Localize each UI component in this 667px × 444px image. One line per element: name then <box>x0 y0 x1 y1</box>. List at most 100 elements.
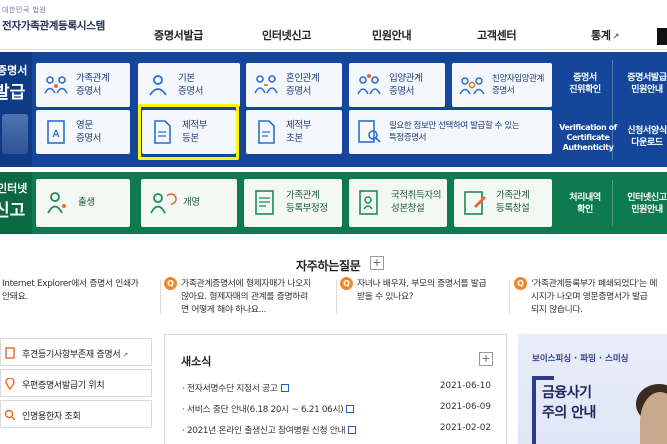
svg-text:A: A <box>52 129 59 140</box>
banner-line2: 주의 안내 <box>542 405 596 421</box>
removed-register-abstract-icon <box>258 120 275 144</box>
faq-item-3[interactable]: 자녀나 배우자, 부모의 증명서를 발급 받을 수 있나요? <box>357 278 507 304</box>
removed-register-copy-icon <box>154 120 171 144</box>
tile-adoption-cert[interactable]: 입양관계 증명서 <box>349 63 445 107</box>
tile-label: 친양자입양관계 증명서 <box>492 74 544 96</box>
link-postal-kiosk-location[interactable]: 우편증명서발급기 위치 <box>0 369 152 397</box>
baby-icon <box>47 192 66 214</box>
nav-cert-issue[interactable]: 증명서발급 <box>154 27 203 43</box>
nav-civil-guide[interactable]: 민원안내 <box>372 27 412 43</box>
menu-toggle-button[interactable] <box>657 28 667 45</box>
tile-label: 가족관계 등록부정정 <box>286 190 328 214</box>
nav-internet-report[interactable]: 인터넷신고 <box>262 27 311 43</box>
document-icon <box>348 426 357 434</box>
faq-item-2[interactable]: 가족관계증명서에 형제자매가 나오지 않아요. 형제자매의 관계를 증명하려 면 어… <box>181 278 341 317</box>
faq-q-icon: Q <box>340 277 353 290</box>
tile-specific-cert[interactable]: 필요한 정보만 선택하여 발급할 수 있는 특정증명서 <box>349 110 552 154</box>
tile-label: 제적부 초본 <box>286 120 312 144</box>
tile-register-correction[interactable]: 가족관계 등록부정정 <box>244 179 342 227</box>
divider <box>160 280 161 314</box>
divider <box>612 180 613 226</box>
verification-of-certificate[interactable]: Verification of Certificate Authenticity <box>558 123 618 153</box>
news-item[interactable]: · 2021년 온라인 출생신고 참여병원 신청 안내 <box>182 423 357 436</box>
link-label: 인명용한자 조회 <box>22 412 81 422</box>
report-band-label: 인터넷 신고 <box>0 172 32 234</box>
faq-q-icon: Q <box>164 277 177 290</box>
tile-label: 가족관계 증명서 <box>76 73 110 97</box>
cert-issue-guide[interactable]: 증명서발급 민원안내 <box>617 72 667 96</box>
tile-register-creation[interactable]: 가족관계 등록창설 <box>454 179 552 227</box>
create-doc-icon <box>464 191 486 215</box>
tile-label: 혼인관계 증명서 <box>286 73 320 97</box>
tile-rename-report[interactable]: 개명 <box>141 179 237 227</box>
location-pin-icon <box>5 378 15 390</box>
printer-decoration <box>2 114 28 154</box>
nav-customer-center[interactable]: 고객센터 <box>477 27 517 43</box>
tile-label: 입양관계 증명서 <box>389 73 423 97</box>
tile-surname-creation[interactable]: 국적취득자의 성본창설 <box>349 179 447 227</box>
news-item[interactable]: · 전자서명수단 지정서 공고 <box>182 381 289 394</box>
application-form-download[interactable]: 신청서양식 다운로드 <box>617 125 667 149</box>
cert-band-label-line1: 증명서 <box>0 64 28 77</box>
external-link-icon: ↗ <box>122 351 128 359</box>
faq-item-4[interactable]: '가족관계등록부가 폐쇄되었다'는 메 시지가 나오며 영문증명서가 발급 되지 않… <box>531 278 667 317</box>
tile-label: 개명 <box>183 197 200 208</box>
report-band-label-line2: 신고 <box>0 201 26 221</box>
document-icon <box>5 347 15 359</box>
global-nav: 증명서발급 인터넷신고 민원안내 고객센터 통계 ↗ <box>0 27 667 47</box>
news-date: 2021-06-10 <box>439 381 491 391</box>
cert-issue-band: 증명서 발급 가족관계증명서 기본증명서 혼인관계증명서 입양관계증명서 <box>0 52 667 167</box>
tile-family-relation-cert[interactable]: 가족관계 증명서 <box>36 63 130 107</box>
news-more-button[interactable]: + <box>479 352 493 366</box>
couple-icon <box>254 75 278 94</box>
news-date: 2021-02-02 <box>439 423 491 433</box>
faq-item-1[interactable]: Internet Explorer에서 증명서 인쇄가 안돼요. <box>2 278 152 304</box>
tile-removed-register-abstract[interactable]: 제적부 초본 <box>246 110 342 154</box>
faq-more-button[interactable]: + <box>370 256 384 270</box>
news-title: 새소식 <box>181 355 212 368</box>
group-icon <box>459 77 485 95</box>
site-header: 대한민국 법원 전자가족관계등록시스템 증명서발급 인터넷신고 민원안내 고객센… <box>0 0 667 50</box>
faq-title: 자주하는질문 <box>296 259 361 273</box>
banner-top-text: 보이스피싱 · 파밍 · 스미싱 <box>532 354 629 364</box>
correction-doc-icon <box>255 190 274 215</box>
link-label: 후견등기사항부존재 증명서 <box>22 350 121 360</box>
logo-small-text: 대한민국 법원 <box>2 6 47 14</box>
tile-birth-report[interactable]: 출생 <box>36 179 130 227</box>
nationality-icon <box>359 190 378 215</box>
tile-marriage-cert[interactable]: 혼인관계 증명서 <box>246 63 342 107</box>
external-link-icon: ↗ <box>612 32 620 41</box>
banner-line1: 금융사기 <box>542 385 592 401</box>
tile-label: 출생 <box>78 197 95 208</box>
tile-label: 가족관계 등록창설 <box>496 190 530 214</box>
cert-band-label-line2: 발급 <box>0 83 26 103</box>
faq-q-icon: Q <box>514 277 527 290</box>
tile-label: 기본 증명서 <box>178 73 204 97</box>
link-name-hanja-search[interactable]: 인명용한자 조회 <box>0 400 152 428</box>
tile-english-cert[interactable]: A 영문 증명서 <box>36 110 130 154</box>
document-icon <box>346 405 355 413</box>
news-date: 2021-06-09 <box>439 402 491 412</box>
cert-authenticity-check[interactable]: 증명서 진위확인 <box>558 72 612 96</box>
tile-full-adoption-cert[interactable]: 친양자입양관계 증명서 <box>452 63 552 107</box>
tile-removed-register-copy[interactable]: 제적부 등본 <box>142 110 236 154</box>
news-item[interactable]: · 서비스 중단 안내(6.18 20시 ~ 6.21 06시) <box>182 402 355 415</box>
cert-band-label: 증명서 발급 <box>0 52 32 167</box>
tile-label: 국적취득자의 성본창설 <box>391 190 442 214</box>
nav-statistics-label: 통계 <box>591 29 611 42</box>
internet-report-band: 인터넷 신고 출생 개명 가족관계 등록부정정 국적취득자의 성본창설 가족관계… <box>0 172 667 234</box>
report-band-label-line1: 인터넷 <box>0 182 28 195</box>
divider <box>336 280 337 314</box>
document-icon <box>280 384 289 392</box>
process-history-check[interactable]: 처리내역 확인 <box>558 192 612 216</box>
search-icon <box>4 409 16 421</box>
english-doc-icon: A <box>47 120 65 144</box>
tile-basic-cert[interactable]: 기본 증명서 <box>138 63 240 107</box>
link-label: 우편증명서발급기 위치 <box>22 381 105 391</box>
fraud-warning-banner[interactable]: 보이스피싱 · 파밍 · 스미싱 금융사기 주의 안내 <box>518 334 667 444</box>
rename-icon <box>150 193 177 214</box>
internet-report-guide[interactable]: 인터넷신고 민원안내 <box>617 192 667 216</box>
nav-statistics[interactable]: 통계 ↗ <box>591 27 619 43</box>
link-guardianship-cert[interactable]: 후견등기사항부존재 증명서 ↗ <box>0 338 152 366</box>
magnifier-doc-icon <box>358 120 381 143</box>
